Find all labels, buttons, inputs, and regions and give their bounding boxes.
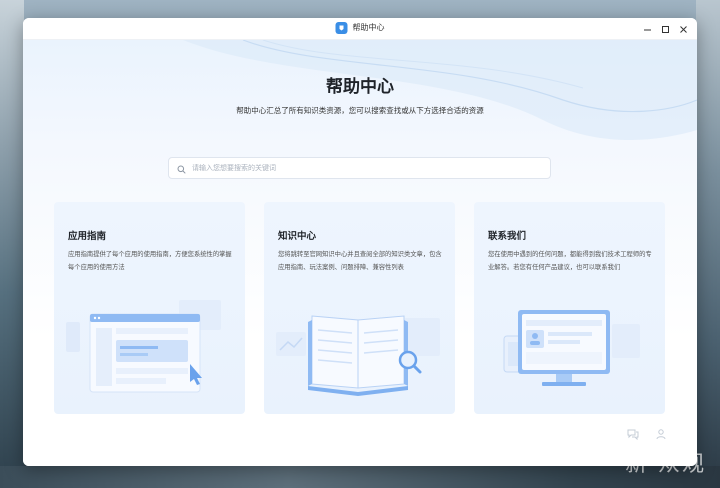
- card-title: 应用指南: [68, 231, 107, 242]
- card-description: 您在使用中遇到的任何问题，都能得到我们技术工程师的专业解答。若您有任何产品建议，…: [488, 251, 652, 271]
- card-title: 联系我们: [488, 231, 527, 242]
- close-button[interactable]: [675, 21, 691, 37]
- help-center-window: 帮助中心 帮助中心 帮助中心汇总了所有知识类资源，您可以搜索查找或从下方选择合适…: [23, 18, 697, 466]
- card-contact-us[interactable]: 联系我们 您在使用中遇到的任何问题，都能得到我们技术工程师的专业解答。若您有任何…: [474, 202, 665, 414]
- card-app-guide[interactable]: 应用指南 应用指南提供了每个应用的使用指南，方便您系统性的掌握每个应用的使用方法: [54, 202, 245, 414]
- card-description: 应用指南提供了每个应用的使用指南，方便您系统性的掌握每个应用的使用方法: [68, 251, 232, 271]
- card-knowledge-center[interactable]: 知识中心 您将跳转至官网知识中心并且查阅全部的知识类文章，包含应用指南、玩法案例…: [264, 202, 455, 414]
- page-title: 帮助中心: [326, 77, 394, 97]
- page-subtitle: 帮助中心汇总了所有知识类资源，您可以搜索查找或从下方选择合适的资源: [236, 106, 484, 115]
- search-icon: [177, 159, 186, 178]
- open-book-icon: [276, 315, 440, 396]
- desktop-background-right: [696, 0, 720, 488]
- contact-icon[interactable]: [655, 425, 667, 440]
- title-bar[interactable]: 帮助中心: [23, 18, 697, 40]
- card-title: 知识中心: [278, 231, 317, 242]
- help-center-app-icon: [335, 22, 348, 34]
- desktop-background-left: [0, 0, 24, 488]
- search-box[interactable]: [168, 157, 551, 179]
- search-input[interactable]: [192, 164, 550, 172]
- chat-icon[interactable]: [627, 425, 639, 441]
- title-group: 帮助中心: [335, 22, 385, 34]
- monitor-icon: [503, 310, 640, 386]
- window-controls: [639, 21, 691, 37]
- minimize-button[interactable]: [639, 21, 655, 37]
- maximize-button[interactable]: [657, 21, 673, 37]
- footer-icons: [627, 425, 667, 441]
- card-description: 您将跳转至官网知识中心并且查阅全部的知识类文章，包含应用指南、玩法案例、问题排障…: [278, 251, 442, 271]
- desktop-background-bottom: [0, 466, 720, 488]
- main-content: 帮助中心 帮助中心汇总了所有知识类资源，您可以搜索查找或从下方选择合适的资源 应…: [23, 40, 697, 466]
- app-guide-window-icon: [66, 300, 221, 393]
- window-title: 帮助中心: [352, 23, 385, 32]
